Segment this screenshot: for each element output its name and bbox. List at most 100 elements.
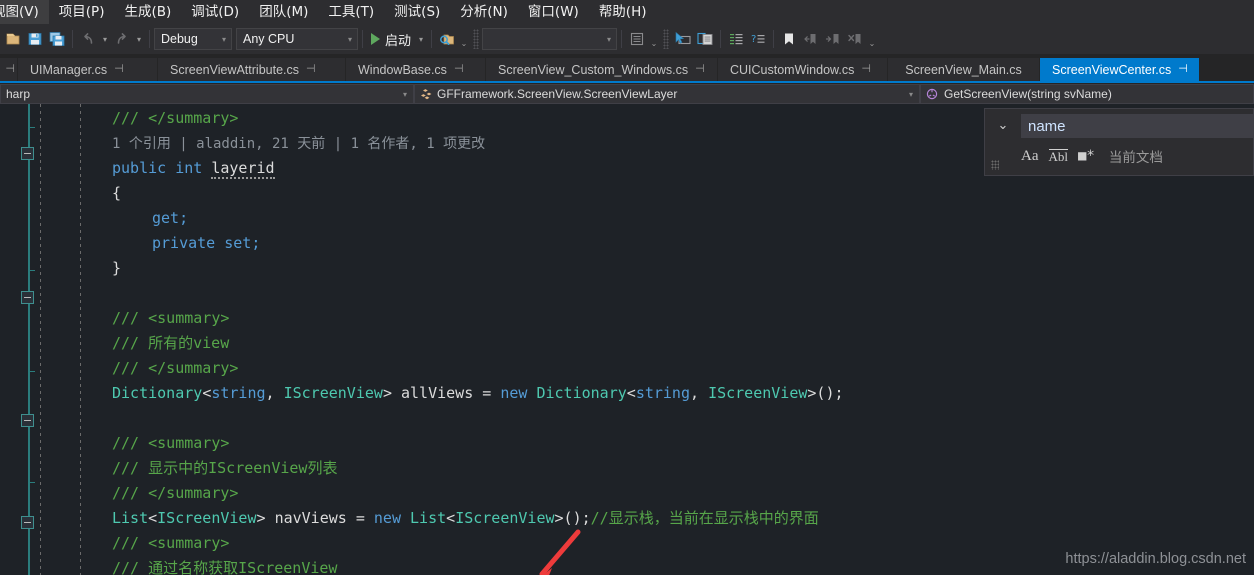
redo-icon[interactable] [111, 28, 133, 50]
new-file-icon[interactable] [2, 28, 24, 50]
toolbar-grip-2[interactable] [663, 29, 670, 49]
fold-region-end [28, 482, 35, 483]
toolbar-separator-5 [621, 30, 623, 48]
redo-dropdown-caret[interactable]: ▾ [133, 28, 145, 50]
code-token: navViews [274, 509, 347, 527]
pin-icon[interactable]: ⊣ [861, 63, 871, 75]
pin-icon[interactable]: ⊣ [695, 63, 705, 75]
menu-item-view[interactable]: 观图(V) [0, 0, 49, 24]
fold-toggle[interactable] [21, 414, 34, 427]
menu-item-project[interactable]: 项目(P) [49, 0, 115, 24]
code-token: int [175, 159, 203, 177]
tab-cuicustomwindow[interactable]: CUICustomWindow.cs ⊣ [718, 58, 888, 82]
toolbar-separator-6 [720, 30, 722, 48]
nav-project-combo[interactable]: harp ▾ [0, 84, 414, 104]
code-line: } [112, 256, 121, 281]
prev-bookmark-icon[interactable] [800, 28, 822, 50]
fold-toggle[interactable] [21, 147, 34, 160]
save-all-icon[interactable] [46, 28, 68, 50]
toolbar-search-box[interactable]: ▾ [482, 28, 618, 50]
fold-toggle[interactable] [21, 516, 34, 529]
properties-window-icon[interactable] [626, 28, 648, 50]
toolbar-grip[interactable] [473, 29, 480, 49]
start-dropdown-caret[interactable]: ▾ [415, 28, 427, 50]
menu-item-build[interactable]: 生成(B) [114, 0, 181, 24]
nav-type-combo[interactable]: GFFramework.ScreenView.ScreenViewLayer ▾ [414, 84, 920, 104]
whole-word-icon[interactable]: Abl [1048, 149, 1068, 163]
solution-platform-combo[interactable]: Any CPU ▾ [236, 28, 358, 50]
namespace-icon [419, 87, 433, 101]
code-token: , [265, 384, 284, 402]
tab-windowbase[interactable]: WindowBase.cs ⊣ [346, 58, 486, 82]
chevron-down-icon: ▾ [221, 34, 226, 44]
tab-screenviewcenter[interactable]: ScreenViewCenter.cs ⊣ [1040, 58, 1200, 82]
pin-icon[interactable]: ⊣ [1178, 63, 1188, 75]
save-icon[interactable] [24, 28, 46, 50]
method-icon [925, 87, 939, 101]
code-token: /// <summary> [112, 534, 230, 552]
find-input-value: name [1028, 117, 1066, 135]
menu-item-debug[interactable]: 调试(D) [181, 0, 249, 24]
bookmark-overflow-caret[interactable]: ⌄ [866, 28, 878, 50]
help-list-icon[interactable]: ? [747, 28, 769, 50]
start-debug-button[interactable]: 启动 [367, 28, 415, 50]
quick-find-widget[interactable]: ⌄ name Aa Abl ■* 当前文档 [984, 108, 1254, 176]
code-line: get; [152, 206, 188, 231]
pin-icon[interactable]: ⊣ [454, 63, 464, 75]
menu-item-test[interactable]: 测试(S) [384, 0, 450, 24]
fold-toggle[interactable] [21, 291, 34, 304]
code-line: public int layerid [112, 156, 275, 181]
find-widget-grip[interactable] [991, 160, 999, 170]
copy-window-icon[interactable] [694, 28, 716, 50]
code-line: List<IScreenView> navViews = new List<IS… [112, 506, 819, 531]
menu-item-analyze[interactable]: 分析(N) [450, 0, 518, 24]
find-in-files-icon[interactable] [436, 28, 458, 50]
tab-partial-left[interactable]: ⊣ [0, 58, 18, 82]
code-token: Dictionary [112, 384, 203, 402]
tab-label: ScreenView_Main.cs [905, 63, 1022, 77]
menu-item-window[interactable]: 窗口(W) [518, 0, 589, 24]
pin-icon[interactable]: ⊣ [5, 63, 15, 75]
match-case-icon[interactable]: Aa [1021, 148, 1039, 164]
code-line: { [112, 181, 121, 206]
code-token: = [473, 384, 501, 402]
code-line: Dictionary<string, IScreenView> allViews… [112, 381, 844, 406]
code-token: string [635, 384, 690, 402]
menu-item-tools[interactable]: 工具(T) [318, 0, 384, 24]
code-token: IScreenView [157, 509, 257, 527]
tab-uimanager[interactable]: UIManager.cs ⊣ [18, 58, 158, 82]
code-token: new [500, 384, 528, 402]
code-token: /// [112, 109, 149, 127]
document-tab-bar: ⊣ UIManager.cs ⊣ ScreenViewAttribute.cs … [0, 58, 1254, 82]
tab-screenviewattribute[interactable]: ScreenViewAttribute.cs ⊣ [158, 58, 346, 82]
menu-item-help[interactable]: 帮助(H) [589, 0, 657, 24]
find-input[interactable]: name [1021, 114, 1253, 138]
code-token: public [112, 159, 167, 177]
clear-bookmark-icon[interactable] [844, 28, 866, 50]
find-overflow-caret[interactable]: ⌄ [458, 28, 470, 50]
chevron-down-icon[interactable]: ⌄ [998, 117, 1009, 133]
undo-dropdown-caret[interactable]: ▾ [99, 28, 111, 50]
tab-screenview-custom-windows[interactable]: ScreenView_Custom_Windows.cs ⊣ [486, 58, 718, 82]
pin-icon[interactable]: ⊣ [114, 63, 124, 75]
code-line: /// <summary> [112, 431, 229, 456]
regex-icon[interactable]: ■* [1078, 149, 1095, 163]
tab-screenview-main[interactable]: ScreenView_Main.cs [888, 58, 1040, 82]
pointer-window-icon[interactable] [672, 28, 694, 50]
code-token: = [346, 509, 374, 527]
next-bookmark-icon[interactable] [822, 28, 844, 50]
list-indent-icon[interactable] [725, 28, 747, 50]
bookmark-icon[interactable] [778, 28, 800, 50]
code-token: allViews [401, 384, 474, 402]
pin-icon[interactable]: ⊣ [306, 63, 316, 75]
tab-label: ScreenViewCenter.cs [1052, 63, 1172, 77]
codelens-annotation[interactable]: 1 个引用 | aladdin, 21 天前 | 1 名作者, 1 项更改 [112, 136, 485, 152]
nav-member-combo[interactable]: GetScreenView(string svName) [920, 84, 1254, 104]
properties-overflow-caret[interactable]: ⌄ [648, 28, 660, 50]
solution-configuration-combo[interactable]: Debug ▾ [154, 28, 232, 50]
find-scope-label[interactable]: 当前文档 [1109, 146, 1163, 166]
undo-icon[interactable] [77, 28, 99, 50]
code-line: private set; [152, 231, 260, 256]
menu-item-team[interactable]: 团队(M) [249, 0, 318, 24]
